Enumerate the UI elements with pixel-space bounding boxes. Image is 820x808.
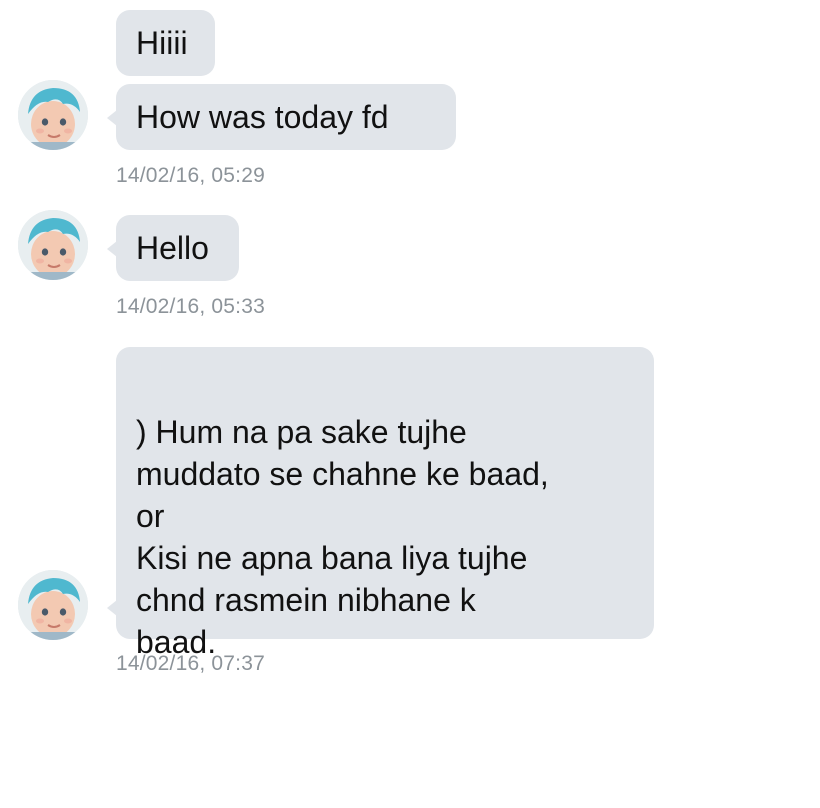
message-text: ) Hum na pa sake tujhe muddato se chahne… [136, 414, 549, 660]
message-bubble-3[interactable]: Hello [116, 215, 239, 281]
message-bubble-2[interactable]: How was today fd [116, 84, 456, 150]
message-timestamp: 14/02/16, 05:33 [116, 295, 265, 318]
avatar-icon [18, 210, 88, 280]
avatar-icon [18, 80, 88, 150]
avatar-icon [18, 570, 88, 640]
bubble-tail [107, 241, 117, 257]
avatar[interactable] [18, 570, 88, 640]
message-text: How was today fd [136, 99, 389, 135]
avatar[interactable] [18, 80, 88, 150]
message-timestamp: 14/02/16, 07:37 [116, 652, 265, 675]
avatar[interactable] [18, 210, 88, 280]
message-bubble-1[interactable]: Hiiii [116, 10, 215, 76]
bubble-tail [107, 600, 117, 616]
bubble-tail [107, 110, 117, 126]
message-timestamp: 14/02/16, 05:29 [116, 164, 265, 187]
message-text: Hello [136, 230, 209, 266]
message-text: Hiiii [136, 25, 188, 61]
message-bubble-4[interactable]: ) Hum na pa sake tujhe muddato se chahne… [116, 347, 654, 660]
